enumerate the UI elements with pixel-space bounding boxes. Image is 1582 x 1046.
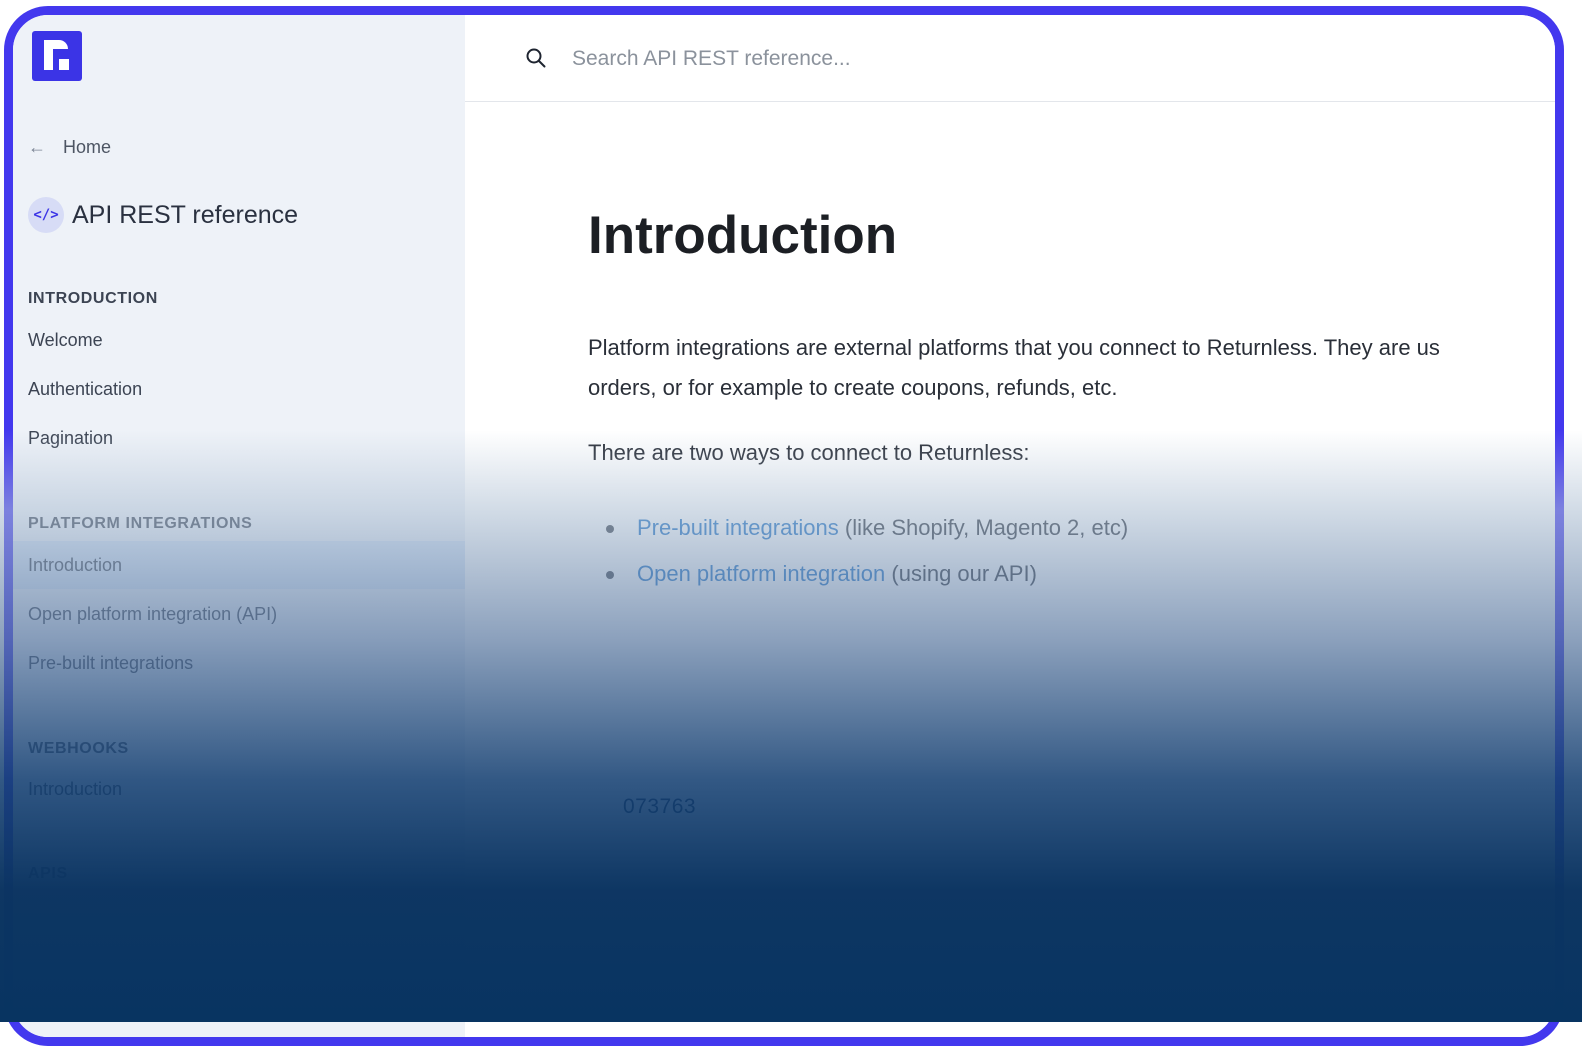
sidebar-item-pre-built-integrations[interactable]: Pre-built integrations	[13, 639, 465, 687]
sidebar-item-pagination[interactable]: Pagination	[13, 414, 465, 462]
pre-built-integrations-link[interactable]: Pre-built integrations	[637, 515, 839, 540]
app-window: ← Home </> API REST reference INTRODUCTI…	[4, 6, 1564, 1046]
list-item: Open platform integration (using our API…	[588, 551, 1128, 597]
page-title: Introduction	[588, 206, 898, 265]
list-item-note: (using our API)	[885, 561, 1037, 586]
arrow-left-icon: ←	[28, 137, 46, 157]
api-reference-title: </> API REST reference	[28, 197, 298, 233]
sidebar-item-welcome[interactable]: Welcome	[13, 316, 465, 364]
list-item-note: (like Shopify, Magento 2, etc)	[838, 515, 1129, 540]
sidebar-item-open-platform-integration[interactable]: Open platform integration (API)	[13, 590, 465, 638]
intro-paragraph-line-1: Platform integrations are external platf…	[588, 335, 1440, 360]
section-apis: APIS	[28, 865, 68, 882]
search-icon	[526, 48, 546, 68]
section-introduction: INTRODUCTION	[28, 290, 158, 307]
home-label: Home	[63, 137, 112, 157]
section-platform-integrations: PLATFORM INTEGRATIONS	[28, 515, 253, 532]
connect-ways-paragraph: There are two ways to connect to Returnl…	[588, 440, 1030, 465]
search-input[interactable]	[570, 41, 1274, 77]
intro-paragraph-line-2: orders, or for example to create coupons…	[588, 375, 1118, 400]
api-reference-label: API REST reference	[72, 200, 299, 229]
main-content: Introduction Platform integrations are e…	[465, 15, 1555, 1037]
code-icon: </>	[28, 197, 64, 233]
search-bar	[465, 15, 1555, 102]
open-platform-integration-link[interactable]: Open platform integration	[637, 561, 885, 586]
sidebar-item-authentication[interactable]: Authentication	[13, 365, 465, 413]
sidebar-item-introduction[interactable]: Introduction	[13, 541, 465, 589]
returnless-logo[interactable]	[32, 31, 82, 81]
sidebar-item-webhooks-introduction[interactable]: Introduction	[13, 765, 465, 813]
code-value: 073763	[623, 795, 697, 818]
sidebar: ← Home </> API REST reference INTRODUCTI…	[13, 15, 465, 1037]
list-item: Pre-built integrations (like Shopify, Ma…	[588, 505, 1128, 551]
section-webhooks: WEBHOOKS	[28, 740, 129, 757]
back-home-link[interactable]: ← Home	[28, 137, 111, 158]
connection-options-list: Pre-built integrations (like Shopify, Ma…	[588, 505, 1128, 597]
